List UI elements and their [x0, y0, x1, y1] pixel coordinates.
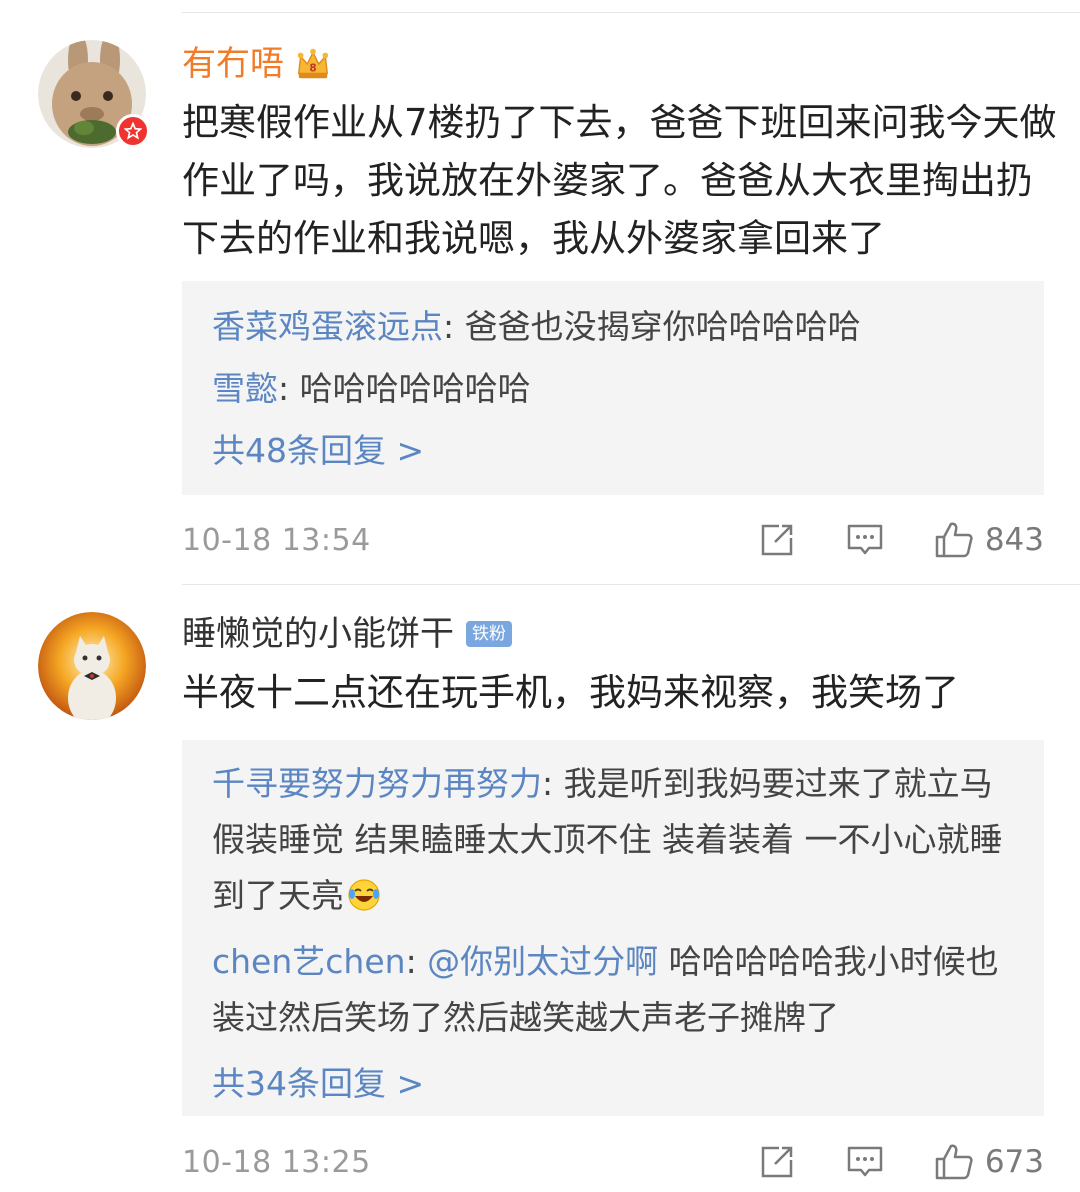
reply-separator: : — [542, 764, 564, 803]
reply-separator: : — [278, 369, 300, 408]
comment-header: 睡懒觉的小能饼干 铁粉 — [182, 612, 512, 656]
repost-button[interactable] — [757, 1142, 797, 1182]
username[interactable]: 睡懒觉的小能饼干 — [182, 612, 454, 656]
fan-badge: 铁粉 — [466, 621, 512, 647]
like-button[interactable]: 673 — [933, 1142, 1044, 1182]
comment-text: 半夜十二点还在玩手机，我妈来视察，我笑场了 — [182, 671, 959, 714]
reply-box: 香菜鸡蛋滚远点: 爸爸也没揭穿你哈哈哈哈哈 雪懿: 哈哈哈哈哈哈哈 共48条回复… — [182, 281, 1044, 495]
repost-button[interactable] — [757, 520, 797, 560]
repost-icon — [761, 1146, 793, 1178]
cat-avatar-image — [38, 612, 146, 720]
like-icon — [935, 1144, 973, 1180]
comment-icon — [847, 1146, 883, 1177]
like-icon — [935, 522, 973, 558]
verified-star-icon — [116, 114, 150, 148]
timestamp: 10-18 13:54 — [182, 522, 371, 558]
action-bar: 673 — [757, 1142, 1044, 1182]
reply-username[interactable]: 雪懿 — [212, 369, 278, 408]
comment-button[interactable] — [845, 520, 885, 560]
laugh-cry-emoji-icon — [348, 879, 380, 911]
reply-username[interactable]: 千寻要努力努力再努力 — [212, 764, 542, 803]
avatar-rabbit[interactable] — [38, 40, 150, 148]
reply-box: 千寻要努力努力再努力: 我是听到我妈要过来了就立马假装睡觉 结果瞌睡太大顶不住 … — [182, 740, 1044, 1116]
comment-header: 有冇唔 8 — [182, 42, 332, 86]
svg-text:8: 8 — [309, 63, 316, 75]
comment-footer: 10-18 13:25 673 — [182, 1134, 1044, 1190]
reply-item[interactable]: 雪懿: 哈哈哈哈哈哈哈 — [182, 361, 1044, 417]
mention-link[interactable]: @你别太过分啊 — [427, 942, 658, 981]
repost-icon — [761, 524, 793, 556]
like-count: 673 — [984, 1144, 1044, 1180]
avatar-cat[interactable] — [38, 612, 146, 720]
reply-item[interactable]: 香菜鸡蛋滚远点: 爸爸也没揭穿你哈哈哈哈哈 — [182, 299, 1044, 355]
comment-icon — [847, 524, 883, 555]
comment-footer: 10-18 13:54 843 — [182, 512, 1044, 568]
username[interactable]: 有冇唔 — [182, 42, 284, 86]
action-bar: 843 — [757, 520, 1044, 560]
top-divider — [182, 12, 1080, 13]
like-button[interactable]: 843 — [933, 520, 1044, 560]
reply-text: 爸爸也没揭穿你哈哈哈哈哈 — [464, 307, 861, 346]
comment-text: 把寒假作业从7楼扔了下去，爸爸下班回来问我今天做作业了吗，我说放在外婆家了。爸爸… — [182, 101, 1057, 260]
comment-divider — [182, 584, 1080, 585]
reply-separator: : — [405, 942, 428, 981]
crown-icon: 8 — [297, 48, 329, 79]
reply-separator: : — [443, 307, 465, 346]
reply-item[interactable]: 千寻要努力努力再努力: 我是听到我妈要过来了就立马假装睡觉 结果瞌睡太大顶不住 … — [182, 756, 1044, 924]
timestamp: 10-18 13:25 — [182, 1144, 371, 1180]
more-replies-link[interactable]: 共48条回复 > — [182, 423, 1044, 479]
more-replies-link[interactable]: 共34条回复 > — [182, 1056, 1044, 1112]
reply-text: 哈哈哈哈哈哈哈 — [299, 369, 531, 408]
comment-button[interactable] — [845, 1142, 885, 1182]
reply-item[interactable]: chen艺chen: @你别太过分啊 哈哈哈哈哈我小时候也装过然后笑场了然后越笑… — [182, 934, 1044, 1046]
like-count: 843 — [984, 522, 1044, 558]
reply-username[interactable]: 香菜鸡蛋滚远点 — [212, 307, 443, 346]
reply-username[interactable]: chen艺chen — [212, 942, 406, 981]
